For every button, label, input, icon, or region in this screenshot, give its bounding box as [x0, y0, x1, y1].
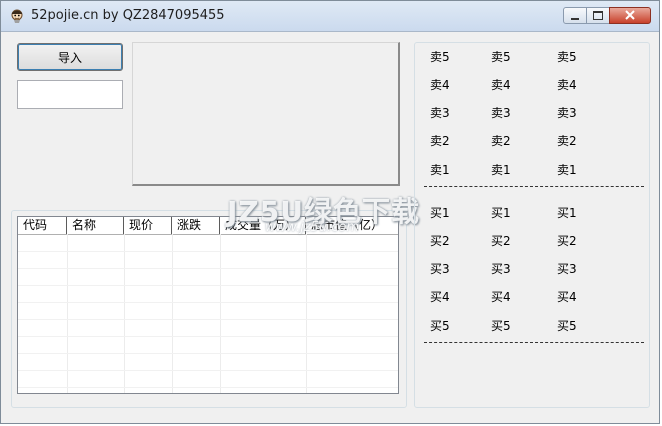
sell-5-label: 卖5 — [430, 50, 450, 64]
grid-line — [18, 285, 398, 286]
buy-4-label: 买4 — [430, 290, 450, 304]
close-icon — [625, 9, 635, 23]
sell-1-price: 卖1 — [491, 163, 511, 177]
grid-line — [18, 353, 398, 354]
grid-line — [18, 370, 398, 371]
sell-4-price: 卖4 — [491, 78, 511, 92]
close-button[interactable] — [609, 7, 651, 24]
buy-3-price: 买3 — [491, 262, 511, 276]
sell-5-volume: 卖5 — [557, 50, 577, 64]
buy-1-volume: 买1 — [557, 206, 577, 220]
grid-line — [18, 387, 398, 388]
buy-5-price: 买5 — [491, 319, 511, 333]
divider — [424, 342, 644, 343]
column-header-price[interactable]: 现价 — [124, 217, 172, 234]
import-button[interactable]: 导入 — [17, 43, 123, 71]
divider — [424, 186, 644, 187]
grid-line — [18, 336, 398, 337]
window-title: 52pojie.cn by QZ2847095455 — [31, 8, 225, 23]
sell-3-volume: 卖3 — [557, 106, 577, 120]
buy-5-label: 买5 — [430, 319, 450, 333]
sell-4-volume: 卖4 — [557, 78, 577, 92]
column-header-code[interactable]: 代码 — [18, 217, 67, 234]
sell-4-label: 卖4 — [430, 78, 450, 92]
grid-line — [18, 251, 398, 252]
watermark-url: www.jz5u.com — [265, 220, 360, 235]
buy-2-volume: 买2 — [557, 234, 577, 248]
grid-line — [18, 319, 398, 320]
order-book-group — [414, 42, 650, 408]
stock-list-view[interactable]: 代码 名称 现价 涨跌 成交量（万） 总市值（亿） — [17, 216, 399, 394]
display-panel — [132, 42, 400, 186]
maximize-icon — [593, 11, 603, 20]
buy-3-volume: 买3 — [557, 262, 577, 276]
minimize-icon — [571, 17, 579, 20]
sell-2-volume: 卖2 — [557, 134, 577, 148]
column-header-name[interactable]: 名称 — [67, 217, 124, 234]
buy-5-volume: 买5 — [557, 319, 577, 333]
import-button-label: 导入 — [57, 50, 82, 65]
sell-1-volume: 卖1 — [557, 163, 577, 177]
sell-3-label: 卖3 — [430, 106, 450, 120]
sell-1-label: 卖1 — [430, 163, 450, 177]
app-icon — [9, 8, 25, 24]
buy-4-volume: 买4 — [557, 290, 577, 304]
buy-2-label: 买2 — [430, 234, 450, 248]
code-input[interactable] — [17, 80, 123, 109]
buy-2-price: 买2 — [491, 234, 511, 248]
buy-3-label: 买3 — [430, 262, 450, 276]
maximize-button[interactable] — [586, 7, 610, 24]
grid-line — [18, 268, 398, 269]
buy-1-price: 买1 — [491, 206, 511, 220]
grid-line — [18, 302, 398, 303]
sell-2-label: 卖2 — [430, 134, 450, 148]
buy-4-price: 买4 — [491, 290, 511, 304]
minimize-button[interactable] — [563, 7, 587, 24]
buy-1-label: 买1 — [430, 206, 450, 220]
sell-2-price: 卖2 — [491, 134, 511, 148]
sell-5-price: 卖5 — [491, 50, 511, 64]
sell-3-price: 卖3 — [491, 106, 511, 120]
title-bar[interactable]: 52pojie.cn by QZ2847095455 — [1, 1, 659, 32]
column-header-change[interactable]: 涨跌 — [172, 217, 220, 234]
